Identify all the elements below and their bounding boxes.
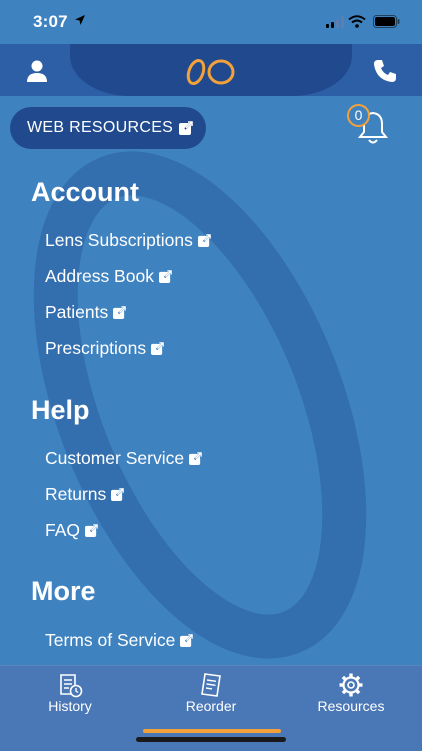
tab-resources-label: Resources	[317, 698, 385, 714]
tab-history[interactable]: History	[10, 666, 130, 726]
external-link-icon	[180, 634, 194, 647]
battery-icon	[373, 15, 400, 28]
tab-reorder-label: Reorder	[185, 698, 237, 714]
web-resources-label: WEB RESOURCES	[27, 119, 174, 136]
menu-item-faq[interactable]: FAQ	[45, 520, 99, 541]
section-title-account: Account	[31, 177, 139, 207]
signal-icon	[326, 16, 344, 28]
external-link-icon	[85, 524, 99, 537]
menu-item-prescriptions[interactable]: Prescriptions	[45, 338, 165, 359]
tab-resources[interactable]: Resources	[291, 666, 411, 726]
wifi-icon	[348, 15, 366, 28]
home-indicator	[136, 737, 286, 742]
tab-history-label: History	[48, 698, 92, 714]
user-icon[interactable]	[24, 58, 50, 84]
history-icon	[60, 674, 83, 698]
reorder-icon	[201, 673, 221, 697]
section-title-more: More	[31, 576, 96, 606]
location-arrow-icon	[75, 15, 85, 25]
menu-item-terms-of-service[interactable]: Terms of Service	[45, 630, 194, 651]
menu-item-returns[interactable]: Returns	[45, 484, 125, 505]
notification-badge: 0	[347, 104, 370, 127]
menu-item-patients[interactable]: Patients	[45, 302, 127, 323]
active-tab-indicator	[143, 729, 281, 733]
menu-item-customer-service[interactable]: Customer Service	[45, 448, 203, 469]
status-time: 3:07	[33, 12, 68, 31]
external-link-icon	[197, 234, 211, 247]
menu-item-lens-subscriptions[interactable]: Lens Subscriptions	[45, 230, 211, 251]
external-link-icon	[111, 488, 125, 501]
external-link-icon	[158, 270, 172, 283]
phone-icon[interactable]	[372, 58, 398, 84]
external-link-icon	[179, 121, 194, 135]
external-link-icon	[151, 342, 165, 355]
tab-reorder[interactable]: Reorder	[151, 666, 271, 726]
section-title-help: Help	[31, 395, 90, 425]
app-logo	[186, 58, 235, 86]
gear-icon	[339, 673, 363, 697]
web-resources-button[interactable]: WEB RESOURCES	[10, 107, 206, 149]
external-link-icon	[113, 306, 127, 319]
status-bar: 3:07	[0, 0, 422, 44]
external-link-icon	[189, 452, 203, 465]
menu-item-address-book[interactable]: Address Book	[45, 266, 172, 287]
